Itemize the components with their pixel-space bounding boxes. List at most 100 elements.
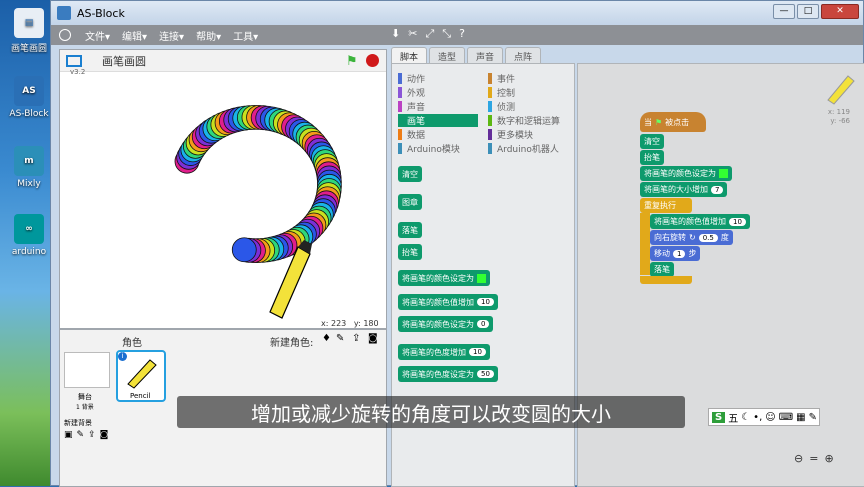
minimize-button[interactable]: — (773, 4, 795, 19)
camera-icon[interactable]: ◙ (368, 333, 378, 344)
menu-help[interactable]: 帮助▾ (196, 28, 221, 43)
change-pen-size-block[interactable]: 将画笔的大小增加 7 (640, 182, 728, 197)
grow-icon[interactable]: ⤢ (425, 27, 434, 41)
palette-block[interactable]: 抬笔 (398, 244, 422, 260)
zoom-in-icon[interactable]: ⊕ (824, 452, 833, 465)
palette-block[interactable]: 将画笔的颜色设定为 0 (398, 316, 494, 332)
palette-block[interactable]: 将画笔的色度增加 10 (398, 344, 490, 360)
category-0[interactable]: 动作 (398, 72, 425, 85)
sprite-thumbnail[interactable]: i Pencil (116, 350, 166, 402)
ime-mode[interactable]: 五 (728, 410, 738, 425)
desktop-icon-label: 画笔画圆 (10, 44, 47, 54)
category-r-2[interactable]: 侦测 (488, 100, 515, 113)
close-button[interactable]: ✕ (821, 4, 859, 19)
cut-icon[interactable]: ✂ (408, 27, 417, 41)
palette-block[interactable]: 落笔 (398, 222, 422, 238)
forever-end (640, 276, 692, 284)
wrench-icon[interactable]: ✎ (809, 412, 817, 423)
when-flag-clicked-block[interactable]: 当 ⚑ 被点击 (640, 112, 706, 132)
stage-label: 舞台 (78, 393, 92, 401)
category-r-5[interactable]: Arduino机器人 (488, 142, 559, 155)
pen-down-block[interactable]: 落笔 (650, 262, 674, 277)
sprite-library-icon[interactable]: ♦ (322, 333, 331, 344)
new-backdrop-label: 新建背景 (64, 419, 92, 427)
arduino-icon: ∞ (14, 214, 44, 244)
desktop-icon-label: Mixly (17, 179, 41, 189)
green-flag-icon: ⚑ (655, 117, 663, 127)
mouse-coordinates: x: 223 y: 180 (321, 319, 379, 328)
stop-icon[interactable] (366, 54, 379, 67)
pen-drawing (174, 104, 342, 264)
turn-right-block[interactable]: 向右旋转 ↻ 0.5 度 (650, 230, 733, 245)
file-icon: ▤ (14, 8, 44, 38)
backdrop-camera-icon[interactable]: ◙ (100, 430, 109, 440)
toolbar: ⬇ ✂ ⤢ ⤡ ? (391, 27, 465, 41)
punctuation-icon[interactable]: •, (753, 412, 762, 423)
maximize-button[interactable]: □ (797, 4, 819, 19)
pen-dot (231, 237, 257, 263)
desktop-icon-as-block[interactable]: AS AS-Block (6, 76, 52, 119)
upload-sprite-icon[interactable]: ⇪ (352, 333, 360, 344)
desktop-icon-arduino[interactable]: ∞ arduino (6, 214, 52, 257)
sprite-y: y: -66 (830, 117, 850, 125)
upload-backdrop-icon[interactable]: ⇪ (88, 430, 96, 440)
category-5[interactable]: Arduino模块 (398, 142, 460, 155)
menu-file[interactable]: 文件▾ (85, 28, 110, 43)
app-icon (57, 6, 71, 20)
ime-toolbar[interactable]: S 五 ☾ •, ☺ ⌨ ▦ ✎ (708, 408, 820, 426)
keyboard-icon[interactable]: ⌨ (779, 412, 793, 423)
set-pen-color-block[interactable]: 将画笔的颜色设定为 (640, 166, 732, 181)
stage-title: 画笔画圆 (102, 54, 146, 68)
video-subtitle: 增加或减少旋转的角度可以改变圆的大小 (177, 396, 685, 428)
mixly-icon: m (14, 146, 44, 176)
clear-block[interactable]: 清空 (640, 134, 664, 149)
globe-icon[interactable] (59, 29, 71, 41)
category-r-1[interactable]: 控制 (488, 86, 515, 99)
palette-block[interactable]: 图章 (398, 194, 422, 210)
zoom-reset-button[interactable]: = (809, 452, 818, 465)
category-2[interactable]: 声音 (398, 100, 425, 113)
shrink-icon[interactable]: ⤡ (442, 27, 451, 41)
title-bar[interactable]: AS-Block — □ ✕ (51, 1, 863, 25)
move-steps-block[interactable]: 移动 1 步 (650, 246, 701, 261)
sprite-name: Pencil (130, 392, 151, 400)
backdrop-library-icon[interactable]: ▣ (64, 430, 73, 440)
desktop-icon-mixly[interactable]: m Mixly (6, 146, 52, 189)
palette-block[interactable]: 将画笔的颜色值增加 10 (398, 294, 498, 310)
category-r-0[interactable]: 事件 (488, 72, 515, 85)
forever-block[interactable]: 重复执行 (640, 198, 692, 213)
desktop-icon-file[interactable]: ▤ 画笔画圆 (6, 8, 52, 54)
paint-sprite-icon[interactable]: ✎ (336, 333, 344, 344)
menu-edit[interactable]: 编辑▾ (122, 28, 147, 43)
moon-icon[interactable]: ☾ (741, 412, 750, 423)
script-stack[interactable]: 当 ⚑ 被点击 清空 抬笔 将画笔的颜色设定为 将画笔的大小增加 7 重复执行 将画笔… (638, 108, 758, 288)
green-flag-icon[interactable]: ⚑ (346, 54, 358, 69)
sprite-x: x: 119 (827, 108, 850, 116)
as-block-icon: AS (14, 76, 44, 106)
stage-thumbnail[interactable] (64, 352, 110, 388)
stage-canvas[interactable] (60, 72, 386, 328)
pen-up-block[interactable]: 抬笔 (640, 150, 664, 165)
zoom-out-icon[interactable]: ⊖ (794, 452, 803, 465)
palette-block[interactable]: 清空 (398, 166, 422, 182)
presentation-mode-icon[interactable] (66, 54, 82, 67)
change-pen-color-block[interactable]: 将画笔的颜色值增加 10 (650, 214, 750, 229)
skin-icon[interactable]: ▦ (796, 412, 805, 423)
new-sprite-label: 新建角色: (270, 338, 314, 349)
category-r-4[interactable]: 更多模块 (488, 128, 533, 141)
paint-backdrop-icon[interactable]: ✎ (77, 430, 85, 440)
help-icon[interactable]: ? (459, 27, 465, 41)
menu-connect[interactable]: 连接▾ (159, 28, 184, 43)
category-4[interactable]: 数据 (398, 128, 425, 141)
palette-block[interactable]: 将画笔的颜色设定为 (398, 270, 490, 286)
palette-block[interactable]: 将画笔的色度设定为 50 (398, 366, 498, 382)
emoji-icon[interactable]: ☺ (765, 412, 775, 423)
stage-panel: 画笔画圆 ⚑ v3.2 (59, 49, 387, 329)
zoom-bar: ⊖ = ⊕ (794, 452, 834, 465)
pencil-icon (127, 359, 157, 389)
menu-tools[interactable]: 工具▾ (233, 28, 258, 43)
stamp-icon[interactable]: ⬇ (391, 27, 400, 41)
category-3[interactable]: 画笔 (398, 114, 478, 127)
category-1[interactable]: 外观 (398, 86, 425, 99)
category-r-3[interactable]: 数字和逻辑运算 (488, 114, 560, 127)
